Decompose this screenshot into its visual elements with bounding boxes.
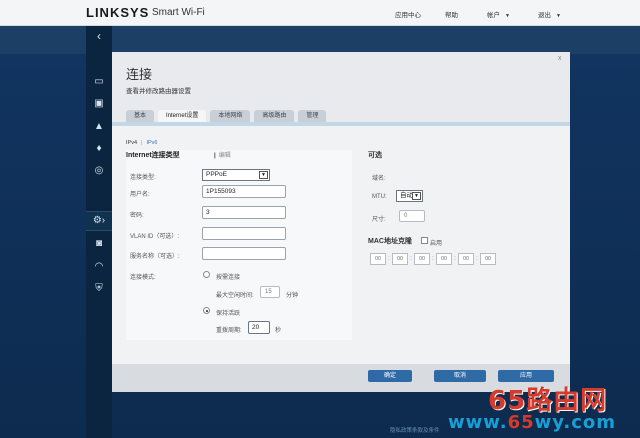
watermark-url: www.65wy.com (448, 412, 616, 433)
username-label: 用户名: (130, 192, 150, 198)
on-demand-label: 按需连接 (216, 275, 241, 281)
mac-octet-input[interactable]: 00 (480, 253, 496, 265)
sidebar: ‹ ▭ ▣ ▲ ♦ ◎ (86, 26, 112, 438)
optional-title: 可选 (368, 152, 382, 159)
password-input[interactable]: 3 (202, 206, 286, 219)
nav-app-center[interactable]: 应用中心 (395, 9, 421, 19)
username-input[interactable]: 1P155093 (202, 185, 286, 198)
nav-help[interactable]: 帮助 (445, 9, 458, 19)
mac-address-input: 00: 00: 00: 00: 00: 00 (370, 253, 496, 265)
ok-button[interactable]: 确定 (368, 370, 412, 382)
warning-icon[interactable]: ▲ (92, 121, 106, 133)
tab-administration[interactable]: 管理 (298, 110, 327, 122)
dialog-body: IPv4 | IPv6 Internet连接类型 | 编辑 连接类型: PPPoE ▼… (112, 126, 570, 392)
brand-logo: LINKSYS (86, 5, 150, 20)
minutes-unit: 分钟 (286, 293, 299, 299)
gear-icon: ⚙› (92, 215, 106, 226)
size-input[interactable]: 0 (399, 210, 425, 222)
wifi-icon[interactable]: ◠ (92, 261, 106, 273)
ipv4-link[interactable]: IPv4 (126, 140, 137, 146)
service-name-input[interactable] (202, 247, 286, 260)
chevron-down-icon: ▼ (556, 13, 561, 19)
mac-clone-enable-label: 启用 (430, 241, 443, 247)
sidebar-item-connectivity[interactable]: ⚙› (86, 211, 112, 231)
mtu-label: MTU: (372, 194, 387, 200)
speed-test-icon[interactable]: ◎ (92, 165, 106, 177)
mac-clone-title: MAC地址克隆 (368, 238, 412, 245)
tab-bar: 基本 Internet设置 本地网络 高级路由 管理 (126, 110, 330, 122)
connectivity-dialog: 连接 查看并修改路由器设置 x 基本 Internet设置 本地网络 高级路由 … (112, 52, 570, 392)
security-icon[interactable]: ⛨ (92, 283, 106, 295)
tab-basic[interactable]: 基本 (126, 110, 155, 122)
tab-internet-settings[interactable]: Internet设置 (158, 110, 207, 122)
camera-icon[interactable]: ◙ (92, 238, 106, 250)
network-map-icon[interactable]: ▣ (92, 98, 106, 110)
chevron-down-icon: ▼ (412, 192, 421, 200)
ip-version-switch: IPv4 | IPv6 (126, 140, 158, 146)
dialog-subtitle: 查看并修改路由器设置 (126, 88, 191, 95)
product-name: Smart Wi-Fi (152, 7, 205, 18)
max-idle-label: 最大空闲时间: (216, 293, 254, 299)
mtu-select[interactable]: 自动 ▼ (396, 190, 423, 202)
on-demand-radio[interactable] (203, 271, 210, 278)
service-name-label: 服务名称（可选）: (130, 254, 180, 260)
nav-logout[interactable]: 退出 ▼ (538, 9, 561, 19)
parental-controls-icon[interactable]: ♦ (92, 143, 106, 155)
nav-account[interactable]: 帐户 ▼ (487, 9, 510, 19)
vlan-label: VLAN ID（可选）: (130, 234, 180, 240)
devices-icon[interactable]: ▭ (92, 76, 106, 88)
vlan-input[interactable] (202, 227, 286, 240)
connection-type-select[interactable]: PPPoE ▼ (202, 169, 270, 181)
mac-clone-checkbox[interactable] (421, 237, 428, 244)
ipv6-link[interactable]: IPv6 (146, 140, 157, 146)
seconds-unit: 秒 (275, 328, 282, 334)
collapse-chevron-icon[interactable]: ‹ (92, 30, 106, 42)
redial-label: 重拨周期: (216, 328, 242, 334)
chevron-down-icon: ▼ (505, 13, 510, 19)
top-bar: LINKSYS Smart Wi-Fi 应用中心 帮助 帐户 ▼ 退出 ▼ (0, 0, 640, 26)
connection-type-label: 连接类型: (130, 175, 156, 181)
keep-alive-radio[interactable] (203, 307, 210, 314)
internet-connection-panel: Internet连接类型 | 编辑 连接类型: PPPoE ▼ 用户名: 1P15… (126, 150, 352, 340)
close-icon[interactable]: x (558, 55, 562, 62)
tab-local-network[interactable]: 本地网络 (210, 110, 251, 122)
max-idle-input[interactable]: 15 (260, 286, 280, 298)
redial-input[interactable]: 20 (248, 321, 270, 334)
size-label: 尺寸: (372, 217, 386, 223)
dialog-title: 连接 (126, 68, 153, 83)
mac-octet-input[interactable]: 00 (436, 253, 452, 265)
mac-octet-input[interactable]: 00 (414, 253, 430, 265)
tab-advanced-routing[interactable]: 高级路由 (254, 110, 295, 122)
keep-alive-label: 保持活跃 (216, 311, 241, 317)
edit-link[interactable]: | 编辑 (214, 150, 231, 159)
mac-octet-input[interactable]: 00 (392, 253, 408, 265)
password-label: 密码: (130, 213, 144, 219)
mac-octet-input[interactable]: 00 (370, 253, 386, 265)
chevron-down-icon: ▼ (259, 171, 268, 179)
connection-mode-label: 连接模式: (130, 275, 156, 281)
hostname-label: 域名: (372, 176, 386, 182)
dialog-header: 连接 查看并修改路由器设置 x (112, 52, 570, 110)
mac-octet-input[interactable]: 00 (458, 253, 474, 265)
cancel-button[interactable]: 取消 (434, 370, 486, 382)
section-title: Internet连接类型 (126, 152, 180, 159)
privacy-terms-link[interactable]: 隐私政策条款及条件 (390, 426, 440, 434)
